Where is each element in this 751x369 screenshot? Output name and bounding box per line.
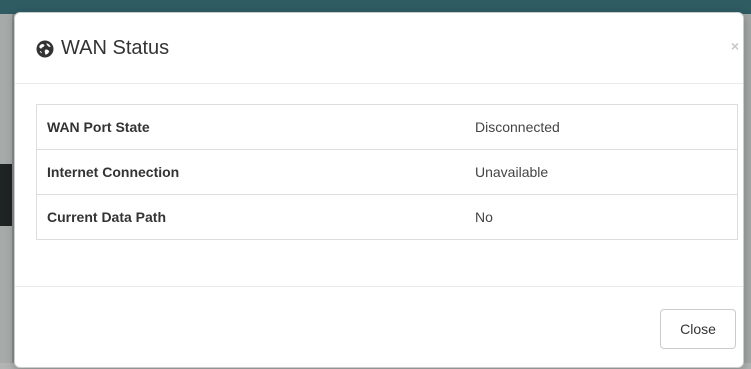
background-dark-block bbox=[0, 164, 12, 226]
modal-footer: Close bbox=[15, 286, 743, 367]
close-button[interactable]: Close bbox=[660, 309, 736, 349]
modal-title-text: WAN Status bbox=[61, 37, 170, 59]
row-label: Current Data Path bbox=[36, 194, 465, 240]
close-icon[interactable]: × bbox=[731, 39, 739, 53]
row-value: Unavailable bbox=[465, 149, 738, 195]
row-value: No bbox=[465, 194, 738, 240]
modal-header: WAN Status × bbox=[15, 13, 743, 84]
row-value: Disconnected bbox=[475, 119, 560, 135]
background-left-strip bbox=[0, 14, 12, 369]
globe-icon bbox=[36, 40, 54, 58]
table-row: WAN Port State Disconnected bbox=[37, 105, 738, 150]
row-label: Internet Connection bbox=[36, 149, 465, 195]
table-row: Internet Connection Unavailable bbox=[36, 149, 738, 195]
modal-title: WAN Status bbox=[36, 37, 169, 60]
row-label: WAN Port State bbox=[47, 119, 150, 135]
table-row: Current Data Path No bbox=[36, 194, 738, 240]
wan-status-modal: WAN Status × WAN Port State Disconnected… bbox=[14, 12, 744, 368]
wan-status-table: WAN Port State Disconnected Internet Con… bbox=[36, 104, 738, 240]
